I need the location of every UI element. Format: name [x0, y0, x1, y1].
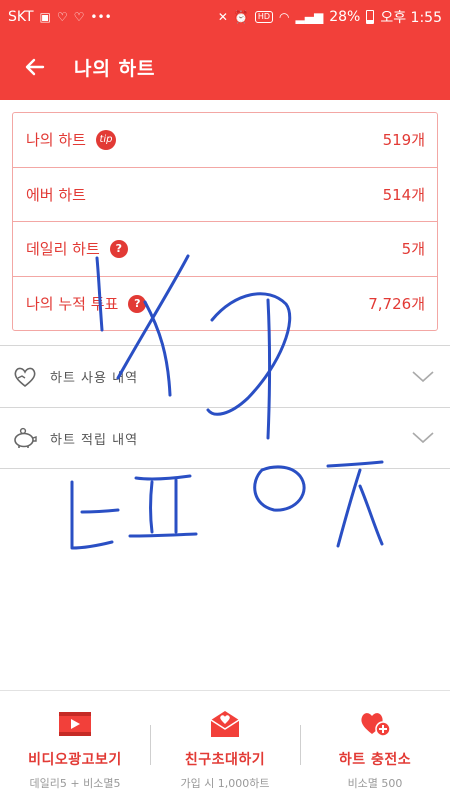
summary-row-my-hearts: 나의 하트 tip 519개	[13, 113, 437, 168]
summary-row-total-votes: 나의 누적 투표 ? 7,726개	[13, 277, 437, 332]
chevron-down-icon	[412, 432, 434, 444]
status-bar: SKT ▣ ♡ ♡ ••• ✕ ⏰ HD ◠ ▂▄▆ 28% 오후 1:55	[0, 0, 450, 34]
heart-usage-history-toggle[interactable]: 하트 사용 내역	[0, 345, 450, 407]
mute-icon: ✕	[217, 10, 228, 24]
wifi-icon: ◠	[279, 10, 290, 24]
summary-row-left: 나의 누적 투표 ?	[26, 293, 147, 314]
summary-value: 514개	[382, 185, 425, 204]
summary-row-left: 나의 하트 tip	[26, 129, 116, 150]
help-icon[interactable]: ?	[128, 294, 147, 313]
summary-label: 데일리 하트	[26, 240, 100, 259]
summary-value: 7,726개	[368, 295, 425, 314]
bb-icon-wrap	[209, 709, 241, 739]
page-title: 나의 하트	[74, 57, 156, 80]
summary-label: 에버 하트	[26, 185, 86, 204]
summary-value: 5개	[401, 240, 425, 259]
bb-icon-wrap	[58, 709, 92, 739]
heart-notification-icon: ♡	[56, 10, 68, 24]
heart-summary-card: 나의 하트 tip 519개 에버 하트 514개 데일리 하트 ? 5개 나의…	[12, 112, 438, 331]
summary-row-left: 데일리 하트 ?	[26, 238, 128, 259]
envelope-icon	[210, 711, 240, 737]
heart-earn-history-toggle[interactable]: 하트 적립 내역	[0, 407, 450, 469]
clock: 오후 1:55	[380, 10, 442, 26]
section-left: 하트 사용 내역	[12, 366, 138, 388]
section-left: 하트 적립 내역	[12, 427, 138, 449]
heart-plus-icon	[361, 713, 391, 737]
heart-outline-icon	[14, 367, 36, 387]
heart-notification-icon: ♡	[73, 10, 85, 24]
alarm-icon: ⏰	[233, 10, 249, 24]
bb-subtitle: 가입 시 1,000하트	[180, 777, 270, 790]
bb-title: 비디오광고보기	[28, 752, 122, 768]
bb-icon-wrap	[359, 709, 391, 739]
battery-icon	[366, 10, 375, 24]
more-notifications-icon: •••	[90, 10, 112, 24]
section-label: 하트 사용 내역	[50, 371, 139, 386]
heart-charge-button[interactable]: 하트 충전소 비소멸 500	[300, 691, 450, 800]
bb-title: 친구초대하기	[184, 752, 266, 768]
bb-subtitle: 비소멸 500	[347, 777, 403, 790]
bottom-action-bar: 비디오광고보기 데일리5 + 비소멸5 친구초대하기 가입 시 1,000하트 …	[0, 690, 450, 800]
carrier-label: SKT	[8, 9, 34, 25]
gallery-notification-icon: ▣	[39, 10, 51, 24]
summary-label: 나의 하트	[26, 131, 86, 150]
bb-title: 하트 충전소	[338, 752, 412, 768]
arrow-left-icon	[25, 58, 45, 76]
help-icon[interactable]: ?	[109, 239, 128, 258]
status-bar-right: ✕ ⏰ HD ◠ ▂▄▆ 28% 오후 1:55	[218, 7, 442, 27]
hd-voice-icon: HD	[254, 11, 274, 23]
piggy-bank-icon	[14, 427, 37, 448]
section-label: 하트 적립 내역	[50, 432, 139, 448]
bb-subtitle: 데일리5 + 비소멸5	[29, 777, 121, 790]
status-bar-left: SKT ▣ ♡ ♡ •••	[8, 9, 112, 25]
summary-row-left: 에버 하트	[26, 184, 86, 205]
signal-icon: ▂▄▆	[295, 10, 324, 24]
video-play-icon	[59, 712, 91, 736]
video-ad-button[interactable]: 비디오광고보기 데일리5 + 비소멸5	[0, 691, 150, 800]
summary-row-ever-hearts: 에버 하트 514개	[13, 168, 437, 222]
tip-badge[interactable]: tip	[95, 129, 116, 150]
summary-label: 나의 누적 투표	[26, 295, 119, 314]
battery-percent: 28%	[329, 9, 361, 25]
back-button[interactable]	[0, 34, 70, 100]
invite-friend-button[interactable]: 친구초대하기 가입 시 1,000하트	[150, 691, 300, 800]
summary-row-daily-hearts: 데일리 하트 ? 5개	[13, 222, 437, 277]
app-bar: 나의 하트	[0, 34, 450, 100]
chevron-down-icon	[412, 370, 434, 382]
summary-value: 519개	[382, 131, 425, 150]
